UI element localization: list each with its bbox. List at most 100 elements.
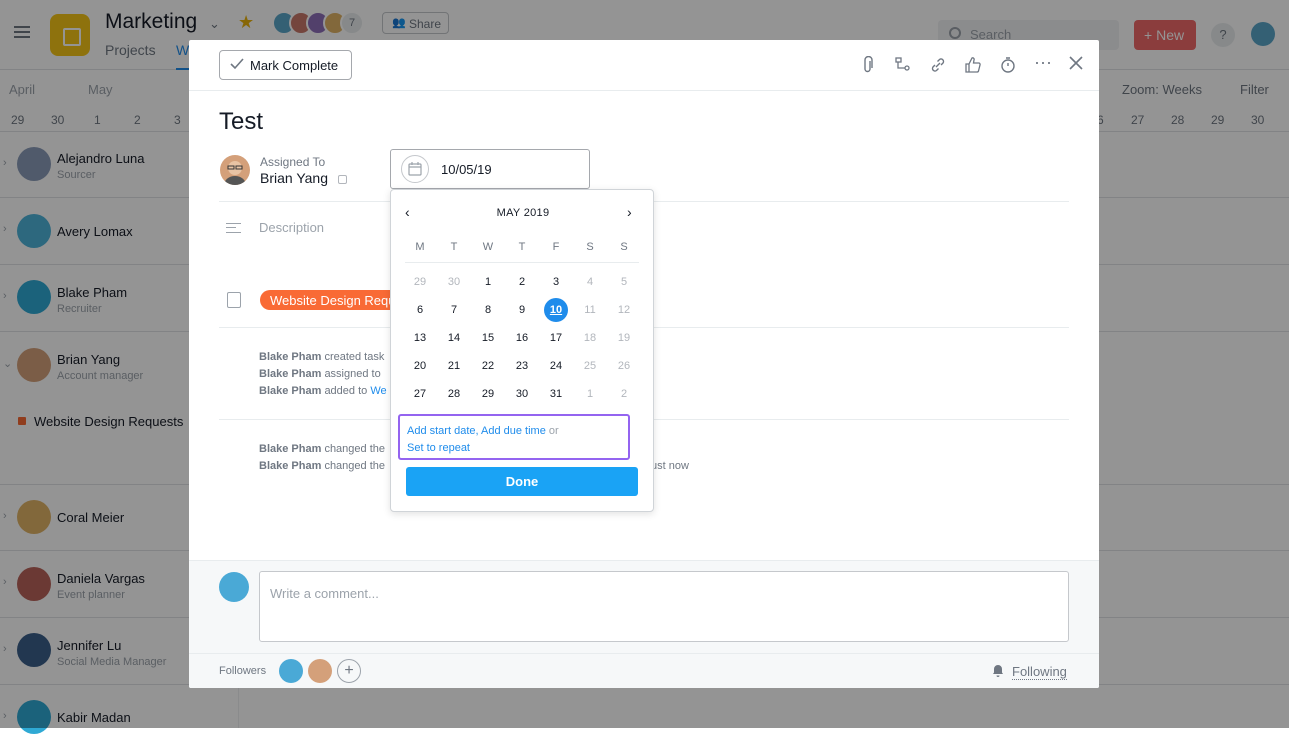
activity-actor[interactable]: Blake Pham bbox=[259, 385, 321, 397]
remove-assignee-icon[interactable] bbox=[337, 174, 347, 184]
calendar-day[interactable]: 17 bbox=[541, 326, 571, 350]
activity-text: changed the bbox=[324, 460, 385, 472]
calendar-day[interactable]: 3 bbox=[541, 270, 571, 294]
calendar-day[interactable]: 20 bbox=[405, 354, 435, 378]
activity-text: created task bbox=[324, 351, 385, 363]
project-tag[interactable]: Website Design Requests bbox=[260, 290, 400, 310]
add-due-time-link[interactable]: Add due time bbox=[481, 425, 546, 437]
description-icon bbox=[226, 223, 241, 233]
weekday-label: S bbox=[586, 241, 594, 253]
timer-icon[interactable] bbox=[999, 56, 1017, 74]
comment-footer: Write a comment... Followers + Following bbox=[189, 560, 1099, 688]
calendar-day[interactable]: 29 bbox=[473, 382, 503, 406]
activity-project-link[interactable]: We bbox=[370, 385, 386, 397]
calendar-day[interactable]: 30 bbox=[507, 382, 537, 406]
month-year-label: MAY 2019 bbox=[496, 207, 550, 219]
comment-input[interactable]: Write a comment... bbox=[259, 571, 1069, 642]
calendar-day[interactable]: 25 bbox=[575, 354, 605, 378]
calendar-day[interactable]: 7 bbox=[439, 298, 469, 322]
due-date-value: 10/05/19 bbox=[441, 162, 492, 177]
calendar-day[interactable]: 28 bbox=[439, 382, 469, 406]
calendar-day[interactable]: 2 bbox=[507, 270, 537, 294]
date-picker-popover: ‹ MAY 2019 › MTWTFSS 29 30 1 2 3 4 5 6 7 8 9 10 11 12… bbox=[390, 189, 654, 512]
calendar-day[interactable]: 27 bbox=[405, 382, 435, 406]
calendar-day[interactable]: 6 bbox=[405, 298, 435, 322]
calendar-day[interactable]: 13 bbox=[405, 326, 435, 350]
due-date-field[interactable]: 10/05/19 bbox=[390, 149, 590, 189]
calendar-day[interactable]: 14 bbox=[439, 326, 469, 350]
activity-text: added to bbox=[324, 385, 368, 397]
follower-avatar[interactable] bbox=[279, 659, 303, 683]
current-user-avatar bbox=[219, 572, 249, 602]
calendar-day[interactable]: 31 bbox=[541, 382, 571, 406]
calendar-day[interactable]: 11 bbox=[575, 298, 605, 322]
mark-complete-button[interactable]: Mark Complete bbox=[219, 50, 352, 80]
set-to-repeat-link[interactable]: Set to repeat bbox=[407, 442, 470, 454]
link-icon[interactable] bbox=[929, 56, 947, 74]
project-icon bbox=[227, 292, 241, 308]
subtask-icon[interactable] bbox=[894, 56, 912, 74]
calendar-day[interactable]: 15 bbox=[473, 326, 503, 350]
calendar-day[interactable]: 1 bbox=[473, 270, 503, 294]
weekday-label: W bbox=[482, 241, 494, 253]
done-button[interactable]: Done bbox=[406, 467, 638, 496]
follower-avatar[interactable] bbox=[308, 659, 332, 683]
description-field[interactable]: Description bbox=[259, 220, 324, 235]
calendar-day[interactable]: 18 bbox=[575, 326, 605, 350]
activity-text: changed the bbox=[324, 443, 385, 455]
calendar-day[interactable]: 9 bbox=[507, 298, 537, 322]
attachment-icon[interactable] bbox=[859, 55, 877, 74]
calendar-day[interactable]: 29 bbox=[405, 270, 435, 294]
calendar-day[interactable]: 16 bbox=[507, 326, 537, 350]
calendar-day[interactable]: 8 bbox=[473, 298, 503, 322]
weekday-label: T bbox=[450, 241, 458, 253]
next-month-chevron-icon[interactable]: › bbox=[627, 204, 632, 220]
task-toolbar: Mark Complete ··· bbox=[189, 40, 1099, 91]
calendar-day[interactable]: 19 bbox=[609, 326, 639, 350]
task-title[interactable]: Test bbox=[219, 108, 263, 136]
assignee-name[interactable]: Brian Yang bbox=[260, 170, 347, 186]
activity-actor[interactable]: Blake Pham bbox=[259, 443, 321, 455]
or-label: or bbox=[548, 425, 559, 437]
activity-actor[interactable]: Blake Pham bbox=[259, 351, 321, 363]
add-follower-button[interactable]: + bbox=[337, 659, 361, 683]
more-options-icon[interactable]: ··· bbox=[1034, 53, 1052, 74]
assigned-to-label: Assigned To bbox=[260, 155, 326, 169]
activity-item: Blake Pham added to We bbox=[259, 385, 387, 397]
activity-item: Blake Pham changed the bbox=[259, 443, 385, 455]
calendar-day[interactable]: 22 bbox=[473, 354, 503, 378]
close-icon[interactable] bbox=[1067, 56, 1085, 74]
weekday-label: T bbox=[518, 241, 526, 253]
like-icon[interactable] bbox=[964, 56, 982, 74]
add-start-date-link[interactable]: Add start date bbox=[407, 425, 476, 437]
activity-timestamp: ust now bbox=[651, 460, 689, 472]
calendar-day[interactable]: 5 bbox=[609, 270, 639, 294]
bell-icon bbox=[991, 663, 1005, 681]
calendar-day[interactable]: 21 bbox=[439, 354, 469, 378]
divider bbox=[189, 653, 1099, 654]
calendar-day[interactable]: 2 bbox=[609, 382, 639, 406]
weekday-label: M bbox=[415, 241, 425, 253]
followers-label: Followers bbox=[219, 665, 267, 677]
calendar-day[interactable]: 12 bbox=[609, 298, 639, 322]
activity-actor[interactable]: Blake Pham bbox=[259, 460, 321, 472]
calendar-day[interactable]: 10 bbox=[541, 298, 571, 322]
activity-actor[interactable]: Blake Pham bbox=[259, 368, 321, 380]
calendar-day[interactable]: 4 bbox=[575, 270, 605, 294]
date-options: Add start date, Add due time or Set to r… bbox=[398, 414, 630, 460]
assignee-name-text: Brian Yang bbox=[260, 170, 328, 186]
calendar-day[interactable]: 26 bbox=[609, 354, 639, 378]
checkmark-icon bbox=[230, 58, 244, 70]
divider bbox=[405, 262, 639, 263]
assignee-avatar[interactable] bbox=[220, 155, 250, 185]
calendar-day[interactable]: 23 bbox=[507, 354, 537, 378]
activity-text: assigned to bbox=[324, 368, 381, 380]
calendar-day[interactable]: 30 bbox=[439, 270, 469, 294]
following-toggle[interactable]: Following bbox=[1012, 664, 1067, 680]
weekday-label: S bbox=[620, 241, 628, 253]
calendar-day[interactable]: 1 bbox=[575, 382, 605, 406]
mark-complete-label: Mark Complete bbox=[250, 58, 339, 73]
calendar-day[interactable]: 24 bbox=[541, 354, 571, 378]
activity-item: Blake Pham created task bbox=[259, 351, 384, 363]
activity-item: Blake Pham assigned to bbox=[259, 368, 381, 380]
